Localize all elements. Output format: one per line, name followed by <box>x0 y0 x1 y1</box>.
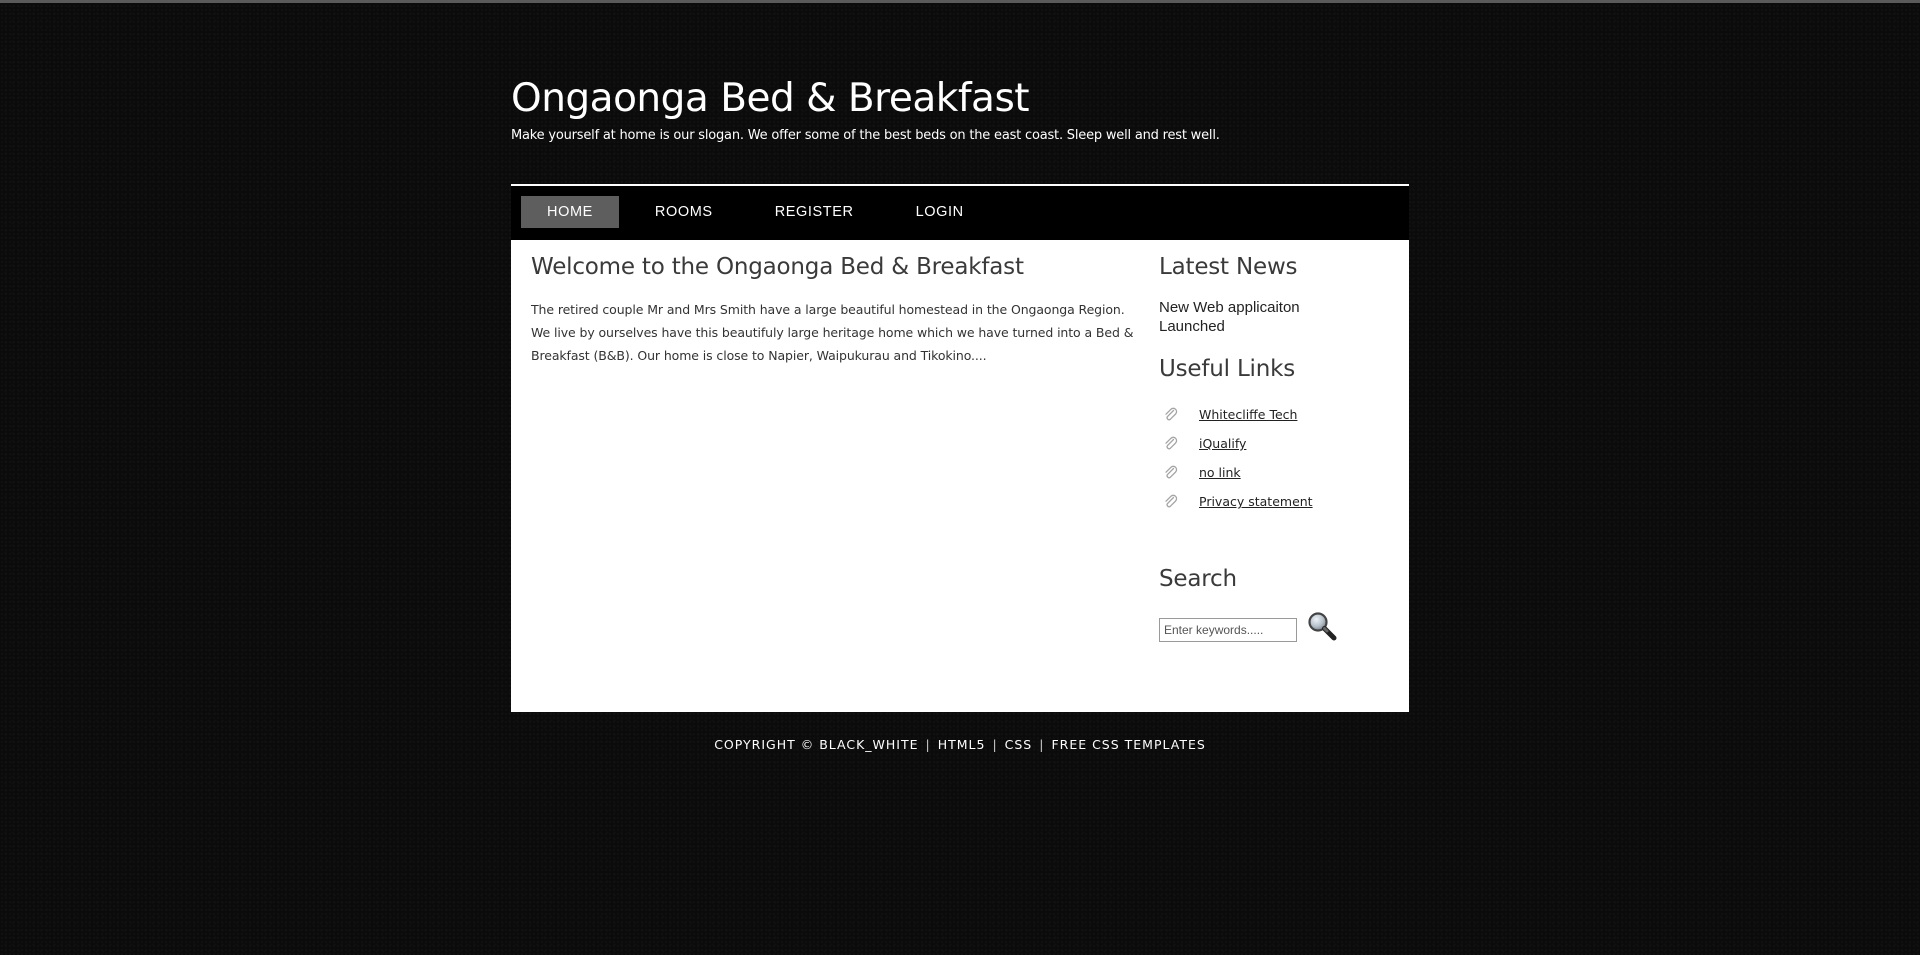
link-whitecliffe-tech[interactable]: Whitecliffe Tech <box>1199 407 1297 422</box>
paperclip-icon <box>1163 436 1179 452</box>
welcome-paragraph: The retired couple Mr and Mrs Smith have… <box>531 302 1134 363</box>
search-form <box>1159 612 1389 644</box>
list-item: Whitecliffe Tech <box>1159 400 1389 429</box>
menu-item-register[interactable]: REGISTER <box>749 196 880 228</box>
footer-copyright: COPYRIGHT © BLACK_WHITE <box>714 737 919 752</box>
paperclip-icon <box>1163 465 1179 481</box>
menu-item-login[interactable]: LOGIN <box>890 196 990 228</box>
content-area: Welcome to the Ongaonga Bed & Breakfast … <box>511 240 1409 712</box>
footer-separator: | <box>992 737 998 752</box>
sidebar: Latest News New Web applicaiton Launched… <box>1159 254 1389 644</box>
link-iqualify[interactable]: iQualify <box>1199 436 1246 451</box>
main-column: Welcome to the Ongaonga Bed & Breakfast … <box>531 254 1141 367</box>
search-input[interactable] <box>1159 618 1297 642</box>
site-title[interactable]: Ongaonga Bed & Breakfast <box>511 74 1409 124</box>
magnifier-icon[interactable] <box>1305 610 1339 644</box>
paperclip-icon <box>1163 494 1179 510</box>
footer-link-free-css-templates[interactable]: FREE CSS TEMPLATES <box>1051 737 1205 752</box>
link-privacy-statement[interactable]: Privacy statement <box>1199 494 1313 509</box>
news-item: New Web applicaiton Launched <box>1159 299 1300 335</box>
top-border <box>0 0 1920 3</box>
footer-separator: | <box>1039 737 1045 752</box>
welcome-heading: Welcome to the Ongaonga Bed & Breakfast <box>531 254 1024 280</box>
main-menu: HOME ROOMS REGISTER LOGIN <box>511 184 1409 241</box>
site-footer: COPYRIGHT © BLACK_WHITE | HTML5 | CSS | … <box>511 737 1409 752</box>
footer-link-css[interactable]: CSS <box>1005 737 1033 752</box>
list-item: iQualify <box>1159 429 1389 458</box>
footer-link-html5[interactable]: HTML5 <box>938 737 986 752</box>
latest-news-heading: Latest News <box>1159 254 1298 280</box>
site-header: Ongaonga Bed & Breakfast Make yourself a… <box>511 74 1409 143</box>
list-item: Privacy statement <box>1159 487 1389 516</box>
link-no-link[interactable]: no link <box>1199 465 1241 480</box>
menu-item-home[interactable]: HOME <box>521 196 619 228</box>
useful-links-heading: Useful Links <box>1159 356 1296 382</box>
footer-separator: | <box>925 737 931 752</box>
useful-links-list: Whitecliffe Tech iQualify no link Privac… <box>1159 400 1389 516</box>
paperclip-icon <box>1163 407 1179 423</box>
menu-item-rooms[interactable]: ROOMS <box>629 196 739 228</box>
list-item: no link <box>1159 458 1389 487</box>
search-heading: Search <box>1159 566 1237 592</box>
site-slogan: Make yourself at home is our slogan. We … <box>511 128 1220 143</box>
